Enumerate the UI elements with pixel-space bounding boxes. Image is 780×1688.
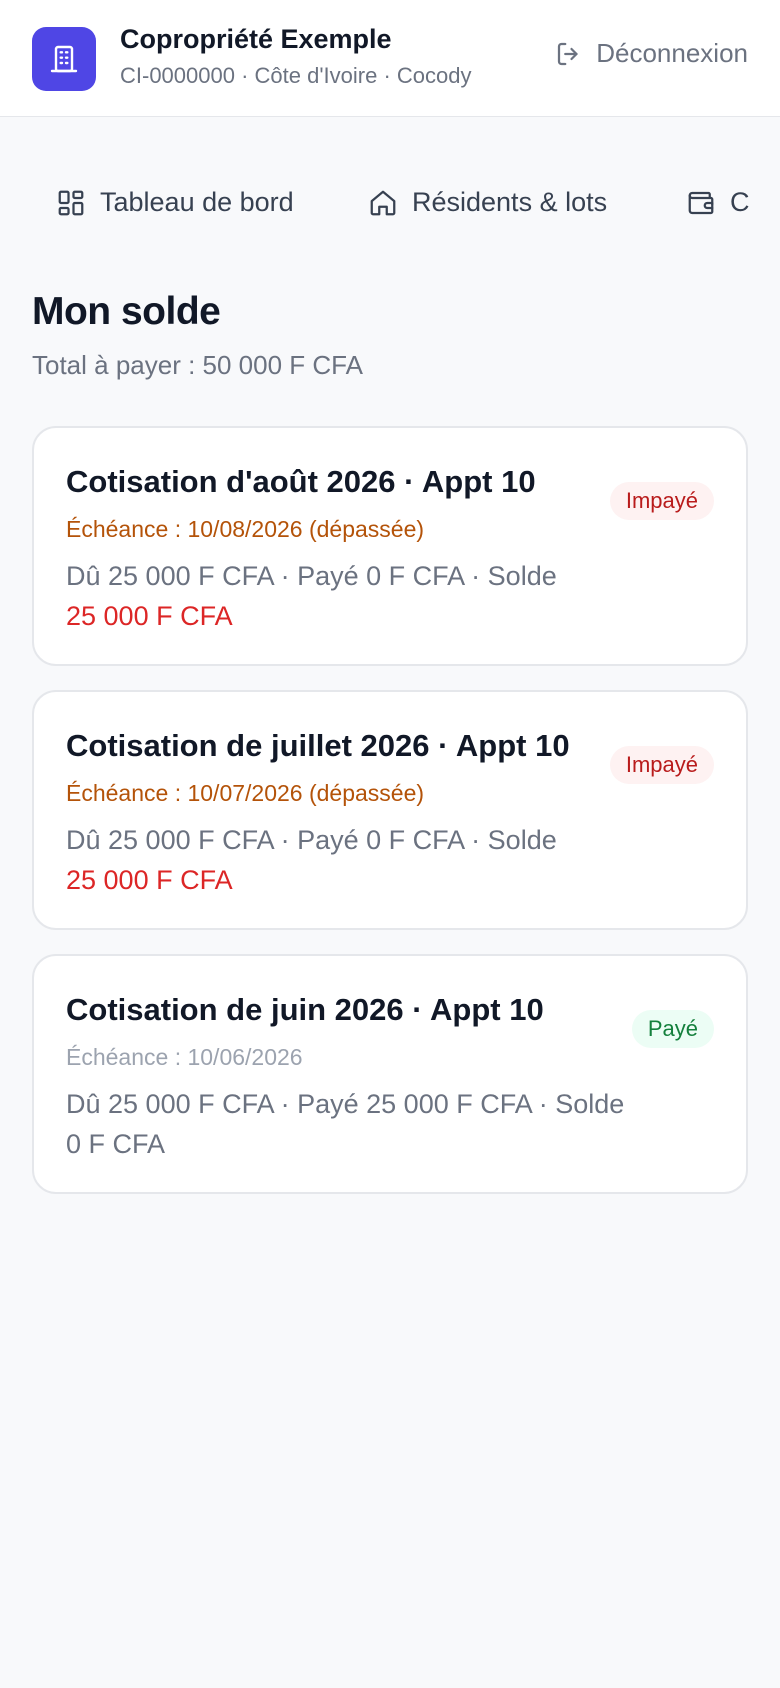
contribution-card[interactable]: Cotisation d'août 2026 · Appt 10 Échéanc… (32, 426, 748, 666)
card-title: Cotisation d'août 2026 · Appt 10 (66, 464, 536, 499)
amounts-text: Dû 25 000 F CFA · Payé 0 F CFA · Solde (66, 825, 557, 855)
status-badge: Impayé (609, 746, 714, 784)
page-title: Mon solde (32, 290, 221, 333)
status-badge: Impayé (609, 482, 714, 520)
amounts-summary: Dû 25 000 F CFA · Payé 0 F CFA · Solde 2… (66, 820, 686, 900)
status-badge: Payé (631, 1010, 714, 1048)
amounts-text: Dû 25 000 F CFA · Payé 25 000 F CFA · So… (66, 1089, 625, 1119)
amounts-text: Dû 25 000 F CFA · Payé 0 F CFA · Solde (66, 561, 557, 591)
nav-item-contributions[interactable]: C (686, 187, 750, 218)
org-logo[interactable] (32, 27, 96, 91)
logout-button[interactable]: Déconnexion (554, 38, 748, 69)
nav-item-dashboard[interactable]: Tableau de bord (56, 187, 294, 218)
contribution-card[interactable]: Cotisation de juillet 2026 · Appt 10 Éch… (32, 690, 748, 930)
nav-item-residents[interactable]: Résidents & lots (368, 187, 607, 218)
dashboard-icon (56, 188, 86, 218)
nav-item-label: Tableau de bord (100, 187, 294, 217)
building-icon (48, 43, 80, 75)
card-title: Cotisation de juin 2026 · Appt 10 (66, 992, 544, 1027)
nav-item-label: Résidents & lots (412, 187, 608, 217)
due-date: Échéance : 10/08/2026 (dépassée) (66, 516, 425, 542)
due-date: Échéance : 10/07/2026 (dépassée) (66, 780, 425, 806)
org-details: CI-0000000 · Côte d'Ivoire · Cocody (120, 63, 472, 88)
balance-amount: 25 000 F CFA (66, 865, 233, 895)
nav-item-label: C (730, 187, 750, 217)
amounts-summary: Dû 25 000 F CFA · Payé 25 000 F CFA · So… (66, 1084, 686, 1164)
card-title: Cotisation de juillet 2026 · Appt 10 (66, 728, 570, 763)
app-header: Copropriété Exemple CI-0000000 · Côte d'… (0, 0, 780, 117)
home-icon (368, 188, 398, 218)
logout-icon (554, 39, 584, 69)
contribution-card[interactable]: Cotisation de juin 2026 · Appt 10 Échéan… (32, 954, 748, 1194)
amounts-summary: Dû 25 000 F CFA · Payé 0 F CFA · Solde 2… (66, 556, 686, 636)
wallet-icon (686, 188, 716, 218)
total-due: Total à payer : 50 000 F CFA (32, 350, 363, 380)
logout-label: Déconnexion (596, 38, 748, 68)
due-date: Échéance : 10/06/2026 (66, 1044, 303, 1070)
org-name: Copropriété Exemple (120, 24, 392, 54)
main-nav: Tableau de bord Résidents & lots C (0, 117, 780, 287)
balance-amount: 25 000 F CFA (66, 601, 233, 631)
balance-amount: 0 F CFA (66, 1129, 166, 1159)
